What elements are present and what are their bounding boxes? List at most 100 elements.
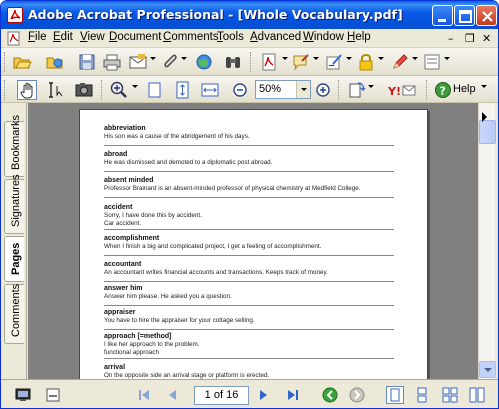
- vocabulary-word: absent minded: [104, 177, 154, 184]
- minimize-button[interactable]: [432, 5, 453, 26]
- rotate-page-icon[interactable]: [346, 80, 366, 100]
- tab-pages[interactable]: Pages: [4, 236, 24, 282]
- svg-text:?: ?: [439, 85, 445, 98]
- vertical-scrollbar[interactable]: [478, 103, 496, 379]
- zoom-dropdown-button[interactable]: [296, 81, 310, 98]
- document-pane[interactable]: abbreviation His son was a cause of the a…: [28, 103, 478, 381]
- snapshot-icon[interactable]: [74, 80, 94, 100]
- chevron-down-icon[interactable]: [368, 85, 374, 88]
- chevron-down-icon[interactable]: [346, 57, 352, 60]
- entry-divider: [104, 329, 394, 330]
- close-button[interactable]: [476, 5, 497, 26]
- pane-menu-arrow-icon[interactable]: [482, 112, 487, 122]
- zoom-in-icon[interactable]: [109, 80, 129, 100]
- facing-layout-icon[interactable]: [442, 387, 458, 403]
- last-page-icon[interactable]: [285, 387, 301, 403]
- fit-page-icon[interactable]: [172, 80, 192, 100]
- menu-tools[interactable]: Tools: [217, 31, 244, 43]
- toolbar-grip[interactable]: [338, 80, 341, 100]
- monitor-icon[interactable]: [15, 387, 31, 403]
- fit-width-icon[interactable]: [200, 80, 220, 100]
- doc-minimize-button[interactable]: –: [448, 32, 454, 45]
- hand-tool-icon[interactable]: [17, 80, 37, 100]
- doc-restore-button[interactable]: ❐: [465, 32, 475, 45]
- web-search-icon[interactable]: [194, 52, 214, 72]
- menu-help[interactable]: Help: [347, 31, 371, 43]
- tab-signatures[interactable]: Signatures: [4, 174, 24, 234]
- actual-size-icon[interactable]: [144, 80, 164, 100]
- chevron-down-icon[interactable]: [378, 57, 384, 60]
- example-sentence: When I finish a big and complicated proj…: [104, 243, 322, 250]
- lock-icon[interactable]: [356, 52, 376, 72]
- toolbar-grip[interactable]: [4, 80, 7, 100]
- tab-comments[interactable]: Comments: [4, 284, 24, 344]
- menu-file[interactable]: File: [28, 31, 47, 43]
- previous-page-icon[interactable]: [164, 387, 180, 403]
- toolbar-grip[interactable]: [426, 80, 429, 100]
- chevron-down-icon[interactable]: [282, 57, 288, 60]
- help-button[interactable]: Help: [453, 83, 476, 95]
- scroll-down-button[interactable]: [479, 361, 496, 378]
- chevron-down-icon[interactable]: [412, 57, 418, 60]
- yahoo-toolbar-icon[interactable]: Y!: [387, 80, 419, 100]
- vocabulary-word: accident: [104, 204, 133, 211]
- menu-advanced[interactable]: Advanced: [250, 31, 301, 43]
- save-icon[interactable]: [77, 52, 97, 72]
- minimize-icon: [438, 19, 446, 22]
- restore-button[interactable]: [454, 5, 475, 26]
- continuous-facing-layout-icon[interactable]: [469, 387, 485, 403]
- acrobat-app-icon[interactable]: [7, 7, 23, 23]
- toolbar-grip[interactable]: [4, 52, 7, 72]
- example-sentence: I like her approach to the problem. func…: [104, 341, 200, 356]
- toolbar-grip[interactable]: [250, 52, 253, 72]
- previous-view-icon[interactable]: [322, 387, 338, 403]
- zoom-in-plus-icon[interactable]: [313, 80, 333, 100]
- page-size-icon[interactable]: [45, 387, 61, 403]
- forms-icon[interactable]: [422, 52, 442, 72]
- document-menu-icon[interactable]: [7, 31, 21, 46]
- toolbar-grip[interactable]: [101, 80, 104, 100]
- page-number-field[interactable]: 1 of 16: [194, 386, 249, 405]
- attach-icon[interactable]: [160, 52, 180, 72]
- create-pdf-icon[interactable]: [259, 52, 279, 72]
- example-sentence: Sorry, I have done this by accident. Car…: [104, 212, 202, 227]
- review-icon[interactable]: [291, 52, 311, 72]
- open-icon[interactable]: [12, 52, 32, 72]
- pencil-icon[interactable]: [390, 52, 410, 72]
- menu-edit[interactable]: Edit: [53, 31, 73, 43]
- chevron-down-icon[interactable]: [181, 57, 187, 60]
- chevron-down-icon[interactable]: [132, 85, 138, 88]
- single-page-layout-icon[interactable]: [386, 386, 404, 404]
- vocabulary-word: accomplishment: [104, 235, 160, 242]
- title-bar[interactable]: Adobe Acrobat Professional - [Whole Voca…: [1, 1, 498, 29]
- vocabulary-entry: accident Sorry, I have done this by accid…: [104, 203, 394, 230]
- next-view-icon[interactable]: [349, 387, 365, 403]
- text-select-icon[interactable]: [46, 80, 66, 100]
- tab-bookmarks[interactable]: Bookmarks: [4, 115, 24, 177]
- chevron-down-icon[interactable]: [313, 57, 319, 60]
- vocabulary-entry: absent minded Professor Brainard is an ab…: [104, 176, 394, 198]
- help-icon[interactable]: ?: [433, 80, 453, 100]
- first-page-icon[interactable]: [136, 387, 152, 403]
- menu-document[interactable]: Document: [109, 31, 161, 43]
- chevron-down-icon[interactable]: [444, 57, 450, 60]
- binoculars-icon[interactable]: [223, 52, 243, 72]
- pdf-page[interactable]: abbreviation His son was a cause of the a…: [79, 109, 428, 381]
- zoom-out-icon[interactable]: [230, 80, 250, 100]
- menu-window[interactable]: Window: [303, 31, 344, 43]
- menu-comments[interactable]: Comments: [163, 31, 219, 43]
- organizer-icon[interactable]: [45, 52, 65, 72]
- vocabulary-entry: accountant An accountant writes financial…: [104, 260, 394, 282]
- chevron-down-icon[interactable]: [481, 85, 487, 88]
- continuous-layout-icon[interactable]: [414, 387, 430, 403]
- email-icon[interactable]: [128, 52, 148, 72]
- print-icon[interactable]: [102, 52, 122, 72]
- file-toolbar: [1, 48, 498, 76]
- next-page-icon[interactable]: [256, 387, 272, 403]
- sign-icon[interactable]: [324, 52, 344, 72]
- scroll-thumb[interactable]: [479, 120, 496, 144]
- doc-close-button[interactable]: ✕: [482, 32, 491, 45]
- window-title: Adobe Acrobat Professional - [Whole Voca…: [28, 7, 403, 22]
- chevron-down-icon[interactable]: [150, 57, 156, 60]
- menu-view[interactable]: View: [80, 31, 105, 43]
